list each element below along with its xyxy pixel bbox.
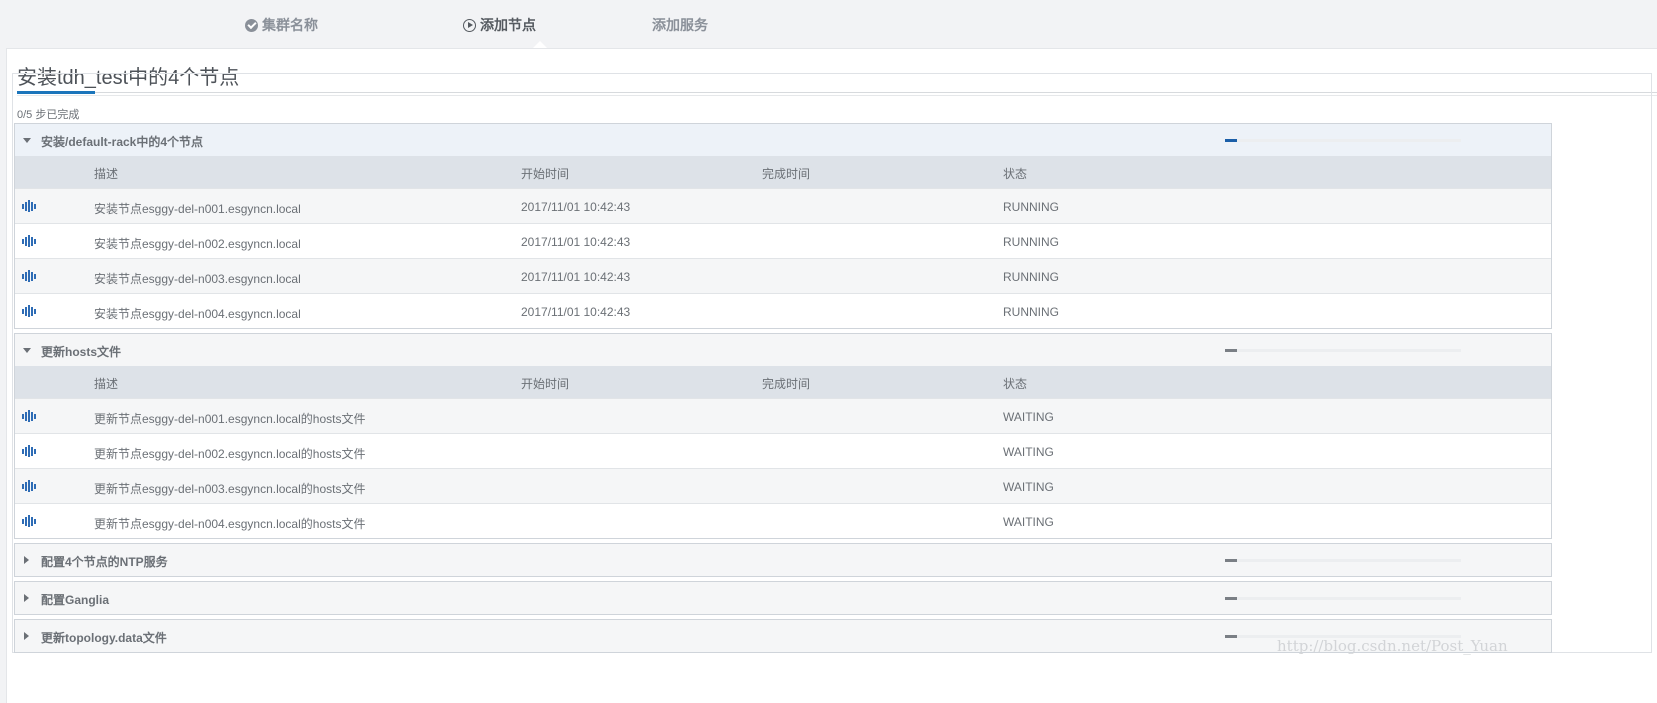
row-desc: 安装节点esggy-del-n001.esgyncn.local	[94, 202, 301, 216]
column-header-desc: 描述	[94, 167, 119, 181]
table-row[interactable]: 安装节点esggy-del-n002.esgyncn.local 2017/11…	[15, 223, 1551, 258]
play-circle-icon	[463, 18, 476, 32]
row-desc: 更新节点esggy-del-n003.esgyncn.local的hosts文件	[94, 482, 366, 496]
table-body: 更新节点esggy-del-n001.esgyncn.local的hosts文件…	[15, 398, 1551, 538]
task-group-progress-bar	[1225, 349, 1461, 352]
column-header-end: 完成时间	[762, 167, 811, 181]
column-header-start: 开始时间	[521, 377, 570, 391]
running-spinner-icon	[22, 200, 36, 212]
collapse-arrow-icon[interactable]	[23, 348, 31, 353]
column-header-start: 开始时间	[521, 167, 570, 181]
running-spinner-icon	[22, 480, 36, 492]
column-header-status: 状态	[1003, 377, 1028, 391]
row-status: RUNNING	[1003, 270, 1059, 284]
task-group-progress-bar	[1225, 597, 1461, 600]
row-desc: 更新节点esggy-del-n004.esgyncn.local的hosts文件	[94, 517, 366, 531]
task-group: 更新hosts文件 描述 开始时间 完成时间 状态 更新节点esggy-del-…	[14, 333, 1552, 539]
task-group-header[interactable]: 配置Ganglia	[15, 582, 1551, 614]
task-group-title: 安装/default-rack中的4个节点	[41, 135, 204, 149]
task-group-header[interactable]: 配置4个节点的NTP服务	[15, 544, 1551, 576]
table-row[interactable]: 更新节点esggy-del-n001.esgyncn.local的hosts文件…	[15, 398, 1551, 433]
progress-fill	[1225, 349, 1237, 352]
row-desc: 安装节点esggy-del-n002.esgyncn.local	[94, 237, 301, 251]
task-group-header[interactable]: 安装/default-rack中的4个节点	[15, 124, 1551, 156]
wizard-step-label: 集群名称	[262, 17, 318, 33]
table-row[interactable]: 安装节点esggy-del-n001.esgyncn.local 2017/11…	[15, 188, 1551, 223]
table-row[interactable]: 安装节点esggy-del-n003.esgyncn.local 2017/11…	[15, 258, 1551, 293]
expand-arrow-icon[interactable]	[24, 632, 29, 640]
progress-fill	[1225, 635, 1237, 638]
row-status: RUNNING	[1003, 235, 1059, 249]
task-group-progress-bar	[1225, 559, 1461, 562]
row-desc: 安装节点esggy-del-n004.esgyncn.local	[94, 307, 301, 321]
wizard-step-label: 添加节点	[480, 17, 536, 33]
wizard-step-label: 添加服务	[652, 17, 708, 33]
wizard-step-add-services[interactable]: 添加服务	[652, 15, 708, 35]
watermark-text: http://blog.csdn.net/Post_Yuan	[1277, 637, 1508, 655]
running-spinner-icon	[22, 235, 36, 247]
task-group: 配置4个节点的NTP服务	[14, 543, 1552, 577]
table-row[interactable]: 更新节点esggy-del-n004.esgyncn.local的hosts文件…	[15, 503, 1551, 538]
running-spinner-icon	[22, 305, 36, 317]
row-desc: 更新节点esggy-del-n001.esgyncn.local的hosts文件	[94, 412, 366, 426]
wizard-step-cluster-name[interactable]: 集群名称	[245, 15, 318, 35]
progress-fill	[1225, 559, 1237, 562]
task-group-progress-bar	[1225, 139, 1461, 142]
task-group-header[interactable]: 更新hosts文件	[15, 334, 1551, 366]
table-header: 描述 开始时间 完成时间 状态	[15, 366, 1551, 398]
check-circle-icon	[245, 18, 258, 32]
expand-arrow-icon[interactable]	[24, 556, 29, 564]
table-row[interactable]: 安装节点esggy-del-n004.esgyncn.local 2017/11…	[15, 293, 1551, 328]
wizard-step-add-nodes[interactable]: 添加节点	[463, 15, 536, 35]
row-start: 2017/11/01 10:42:43	[521, 270, 631, 284]
progress-fill	[1225, 597, 1237, 600]
collapse-arrow-icon[interactable]	[23, 138, 31, 143]
table-body: 安装节点esggy-del-n001.esgyncn.local 2017/11…	[15, 188, 1551, 328]
task-group-title: 更新topology.data文件	[41, 631, 167, 645]
active-step-pointer	[533, 41, 547, 48]
column-header-desc: 描述	[94, 377, 119, 391]
table-header: 描述 开始时间 完成时间 状态	[15, 156, 1551, 188]
row-status: RUNNING	[1003, 200, 1059, 214]
task-group: 配置Ganglia	[14, 581, 1552, 615]
running-spinner-icon	[22, 410, 36, 422]
column-header-status: 状态	[1003, 167, 1028, 181]
wizard-steps: 集群名称 添加节点 添加服务	[0, 0, 1657, 48]
running-spinner-icon	[22, 515, 36, 527]
task-group-title: 配置4个节点的NTP服务	[41, 555, 168, 569]
row-status: WAITING	[1003, 410, 1054, 424]
row-start: 2017/11/01 10:42:43	[521, 200, 631, 214]
row-status: RUNNING	[1003, 305, 1059, 319]
table-row[interactable]: 更新节点esggy-del-n002.esgyncn.local的hosts文件…	[15, 433, 1551, 468]
row-status: WAITING	[1003, 445, 1054, 459]
row-desc: 安装节点esggy-del-n003.esgyncn.local	[94, 272, 301, 286]
progress-fill	[1225, 139, 1237, 142]
column-header-end: 完成时间	[762, 377, 811, 391]
row-status: WAITING	[1003, 480, 1054, 494]
expand-arrow-icon[interactable]	[24, 594, 29, 602]
task-group-title: 更新hosts文件	[41, 345, 122, 359]
row-start: 2017/11/01 10:42:43	[521, 235, 631, 249]
running-spinner-icon	[22, 445, 36, 457]
table-row[interactable]: 更新节点esggy-del-n003.esgyncn.local的hosts文件…	[15, 468, 1551, 503]
task-group: 安装/default-rack中的4个节点 描述 开始时间 完成时间 状态 安装…	[14, 123, 1552, 329]
task-group-title: 配置Ganglia	[41, 593, 110, 607]
row-start: 2017/11/01 10:42:43	[521, 305, 631, 319]
row-desc: 更新节点esggy-del-n002.esgyncn.local的hosts文件	[94, 447, 366, 461]
row-status: WAITING	[1003, 515, 1054, 529]
running-spinner-icon	[22, 270, 36, 282]
